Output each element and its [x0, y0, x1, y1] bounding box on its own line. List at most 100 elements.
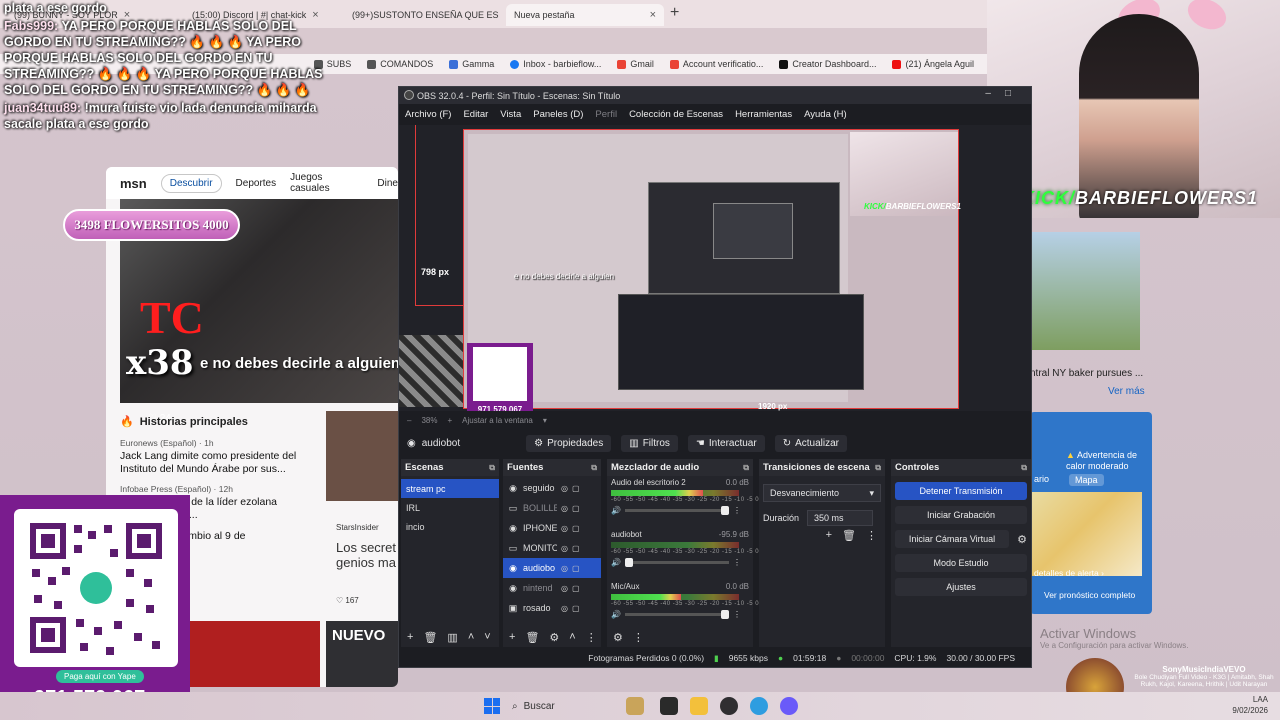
filters-button[interactable]: ▥ Filtros [621, 434, 678, 452]
lock-icon[interactable]: ▢ [572, 604, 580, 613]
window-controls[interactable]: –□ [985, 88, 1025, 99]
more-icon[interactable]: ⋮ [733, 506, 741, 515]
lock-icon[interactable]: ▢ [572, 544, 580, 553]
popout-icon[interactable]: ⧉ [743, 463, 749, 473]
story-image[interactable]: NUEVO [326, 621, 398, 687]
story-likes[interactable]: ♡ 167 [336, 596, 398, 605]
eye-icon[interactable]: ◎ [561, 484, 568, 493]
eye-icon[interactable]: ◎ [561, 524, 568, 533]
obs-titlebar[interactable]: OBS 32.0.4 - Perfil: Sin Título - Escena… [399, 87, 1031, 104]
bookmark[interactable]: Inbox - barbieflow... [510, 59, 601, 69]
source-item[interactable]: ◉ IPHONE ◎ ▢ [503, 518, 601, 538]
stop-streaming-button[interactable]: Detener Transmisión [895, 482, 1027, 500]
story-item[interactable]: Euronews (Español) · 1h Jack Lang dimite… [120, 438, 320, 476]
menu-coleccion-escenas[interactable]: Colección de Escenas [629, 109, 723, 120]
bookmark[interactable]: Creator Dashboard... [779, 59, 876, 69]
nav-deportes[interactable]: Deportes [236, 178, 277, 189]
bookmark[interactable]: Account verificatio... [669, 59, 763, 69]
popout-icon[interactable]: ⧉ [875, 463, 881, 473]
slider-knob[interactable] [720, 610, 729, 619]
speaker-icon[interactable]: 🔊 [611, 558, 621, 567]
source-item[interactable]: ▭ BOLILLE ◎ ▢ [503, 498, 601, 518]
transition-select[interactable]: Desvanecimiento ▾ [763, 484, 881, 502]
start-recording-button[interactable]: Iniciar Grabación [895, 506, 1027, 524]
interact-button[interactable]: ☚ Interactuar [687, 434, 765, 452]
menu-perfil[interactable]: Perfil [595, 109, 617, 120]
scene-item[interactable]: incio [401, 517, 499, 536]
story-card[interactable]: StarsInsider Los secret genios ma ♡ 167 [336, 523, 398, 605]
preview-area[interactable]: 798 px e no debes decirle a alguien KICK… [399, 125, 1031, 411]
volume-slider[interactable] [624, 506, 729, 515]
source-item[interactable]: ▣ rosado ◎ ▢ [503, 598, 601, 618]
menu-paneles[interactable]: Paneles (D) [533, 109, 583, 120]
lock-icon[interactable]: ▢ [572, 484, 580, 493]
menu-herramientas[interactable]: Herramientas [735, 109, 792, 120]
weather-map[interactable] [1030, 492, 1142, 576]
eye-icon[interactable]: ◎ [561, 584, 568, 593]
chevron-up-icon[interactable]: ˄ [569, 631, 575, 643]
msn-logo[interactable]: msn [120, 176, 147, 191]
popout-icon[interactable]: ⧉ [1021, 463, 1027, 473]
studio-mode-button[interactable]: Modo Estudio [895, 554, 1027, 572]
taskbar-search[interactable]: ⌕ Buscar [512, 696, 612, 716]
filter-icon[interactable]: ▥ [447, 631, 457, 644]
nav-descubrir[interactable]: Descubrir [160, 173, 222, 193]
volume-slider[interactable] [624, 610, 729, 619]
alert-details-link[interactable]: detalles de alerta › [1034, 568, 1104, 578]
chevron-down-icon[interactable]: ▾ [543, 416, 547, 425]
preview-canvas[interactable]: e no debes decirle a alguien KICK/BARBIE… [463, 129, 961, 411]
source-item[interactable]: ◉ nintend ◎ ▢ [503, 578, 601, 598]
popout-icon[interactable]: ⧉ [489, 463, 495, 473]
menu-ayuda[interactable]: Ayuda (H) [804, 109, 847, 120]
menu-vista[interactable]: Vista [500, 109, 521, 120]
slider-knob[interactable] [720, 506, 729, 515]
add-icon[interactable]: + [509, 631, 515, 643]
tab-mapa[interactable]: Mapa [1069, 474, 1104, 486]
start-virtual-camera-button[interactable]: Iniciar Cámara Virtual [895, 530, 1009, 548]
see-more-link[interactable]: Ver más [1108, 386, 1145, 397]
chevron-up-icon[interactable]: ˄ [468, 631, 474, 643]
more-icon[interactable]: ⋮ [586, 631, 597, 644]
trash-icon[interactable]: 🗑 [423, 631, 437, 644]
lock-icon[interactable]: ▢ [572, 504, 580, 513]
bookmark[interactable]: (21) Ángela Aguil [892, 59, 974, 69]
gear-icon[interactable]: ⚙ [1013, 530, 1031, 548]
nav-juegos[interactable]: Juegos casuales [290, 172, 363, 194]
trash-icon[interactable]: 🗑 [842, 529, 856, 542]
more-icon[interactable]: ⋮ [733, 610, 741, 619]
duration-input[interactable]: 350 ms [807, 510, 874, 526]
file-explorer-icon[interactable] [690, 697, 708, 715]
popout-icon[interactable]: ⧉ [591, 463, 597, 473]
tab-calendario[interactable]: ario [1034, 474, 1049, 486]
zoom-out-icon[interactable]: – [407, 416, 411, 425]
scene-item[interactable]: IRL [401, 498, 499, 517]
source-item[interactable]: ▭ MONITO ◎ ▢ [503, 538, 601, 558]
menu-editar[interactable]: Editar [463, 109, 488, 120]
story-image[interactable] [326, 411, 398, 501]
refresh-button[interactable]: ↻ Actualizar [774, 434, 847, 452]
add-icon[interactable]: + [407, 631, 413, 643]
chrome-icon[interactable] [750, 697, 768, 715]
preview-qr-source[interactable]: 971 579 067 [467, 343, 533, 411]
more-icon[interactable]: ⋮ [733, 558, 741, 567]
lock-icon[interactable]: ▢ [572, 564, 580, 573]
eye-icon[interactable]: ◎ [561, 504, 568, 513]
windows-start-icon[interactable] [484, 698, 500, 714]
bookmark[interactable]: COMANDOS [367, 59, 433, 69]
add-icon[interactable]: + [826, 529, 832, 542]
bookmark[interactable]: Gmail [617, 59, 654, 69]
nav-dine[interactable]: Dine [377, 178, 398, 189]
speaker-icon[interactable]: 🔊 [611, 506, 621, 515]
story-image[interactable] [190, 621, 320, 687]
properties-button[interactable]: ⚙ Propiedades [526, 434, 612, 452]
bookmark[interactable]: Gamma [449, 59, 494, 69]
source-item[interactable]: ◉ seguido ◎ ▢ [503, 478, 601, 498]
source-item[interactable]: ◉ audiobo ◎ ▢ [503, 558, 601, 578]
eye-icon[interactable]: ◎ [561, 604, 568, 613]
zoom-in-icon[interactable]: + [447, 416, 452, 425]
forecast-link[interactable]: Ver pronóstico completo [1044, 590, 1135, 600]
obs-app-icon[interactable] [720, 697, 738, 715]
scene-item[interactable]: stream pc [401, 479, 499, 498]
menu-archivo[interactable]: Archivo (F) [405, 109, 451, 120]
settings-button[interactable]: Ajustes [895, 578, 1027, 596]
